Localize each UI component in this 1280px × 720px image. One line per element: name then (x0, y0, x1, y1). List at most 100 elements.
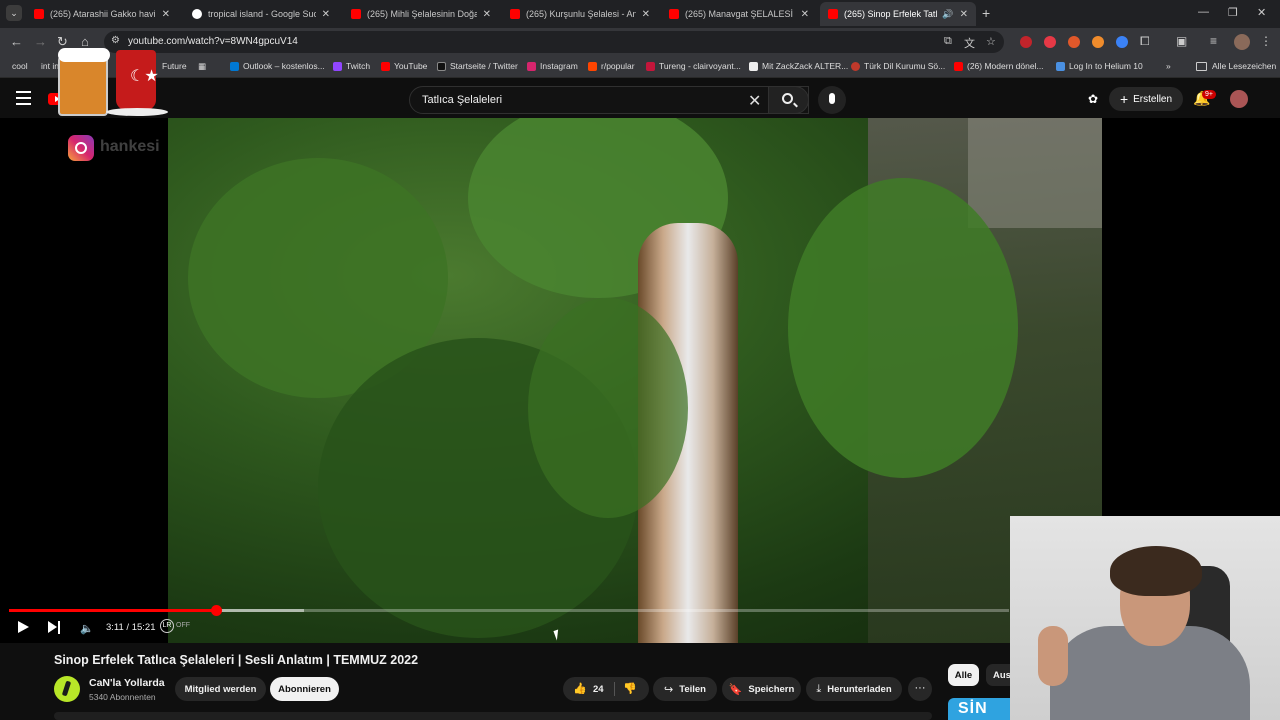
tab-close-icon[interactable]: ✕ (483, 9, 491, 20)
premium-gift-icon[interactable]: ✿ (1088, 92, 1098, 106)
subscribe-button[interactable]: Abonnieren (270, 677, 339, 701)
video-foliage (528, 298, 688, 518)
instagram-icon (68, 135, 94, 161)
next-video-icon[interactable] (48, 621, 62, 634)
video-title: Sinop Erfelek Tatlıca Şelaleleri | Sesli… (54, 653, 419, 667)
save-label: Speichern (748, 683, 795, 695)
extension-icon[interactable] (1044, 36, 1056, 48)
bookmark-item[interactable]: Log In to Helium 10 (1056, 61, 1143, 71)
extension-icon[interactable] (1068, 36, 1080, 48)
extension-icon[interactable] (1020, 36, 1032, 48)
create-button[interactable]: + Erstellen (1109, 87, 1183, 111)
media-control-icon[interactable]: ≡ (1210, 34, 1217, 48)
tab-close-icon[interactable]: ✕ (642, 9, 650, 20)
video-frame-waterfall[interactable] (168, 118, 1102, 643)
new-tab-button[interactable]: + (982, 5, 990, 21)
progress-bar[interactable] (9, 605, 1009, 616)
clear-search-icon[interactable]: ✕ (748, 91, 761, 111)
bookmark-item[interactable]: r/popular (588, 61, 635, 71)
youtube-favicon-icon (351, 9, 361, 19)
all-bookmarks-item[interactable]: Alle Lesezeichen (1196, 61, 1276, 71)
bookmark-label: Türk Dil Kurumu Sö... (864, 61, 946, 71)
bookmark-item[interactable]: YouTube (381, 61, 427, 71)
tab-search-button[interactable]: ⌄ (6, 5, 22, 21)
menu-kebab-icon[interactable]: ⋮ (1260, 34, 1272, 48)
share-button[interactable]: ↪ Teilen (653, 677, 717, 701)
apps-grid-icon[interactable]: ▦ (198, 61, 206, 72)
browser-tab-active[interactable]: (265) Sinop Erfelek Tatlıca Ş 🔊 ✕ (820, 2, 976, 26)
browser-tab-strip: ⌄ (265) Atarashii Gakko having a ✕ tropi… (0, 0, 1280, 28)
tab-close-icon[interactable]: ✕ (960, 9, 968, 20)
bookmark-item[interactable]: Instagram (527, 61, 578, 71)
audio-playing-icon[interactable]: 🔊 (942, 9, 953, 20)
bookmark-item[interactable]: int in (41, 61, 59, 71)
translate-icon[interactable]: 文 (964, 35, 975, 51)
forward-arrow-icon[interactable]: → (34, 34, 47, 49)
volume-icon[interactable]: 🔈 (80, 622, 94, 635)
bookmark-label: Alle Lesezeichen (1212, 61, 1277, 71)
minimize-icon[interactable]: — (1198, 6, 1209, 18)
bookmarks-overflow-button[interactable]: » (1166, 61, 1171, 71)
extension-icon[interactable] (1092, 36, 1104, 48)
cast-icon[interactable]: ⧉ (944, 35, 952, 48)
bookmark-item[interactable]: Outlook – kostenlos... (230, 61, 325, 71)
recommended-video-thumbnail[interactable]: SİN (948, 698, 1012, 720)
bookmark-item[interactable]: (26) Modern dönel... (954, 61, 1044, 71)
bookmark-star-icon[interactable]: ☆ (986, 35, 996, 48)
search-input[interactable]: Tatlıca Şelaleleri ✕ (409, 86, 809, 114)
maximize-icon[interactable]: ❐ (1228, 6, 1238, 19)
side-panel-icon[interactable]: ▣ (1176, 34, 1187, 48)
bookmark-label: Mit ZackZack ALTER... (762, 61, 849, 71)
browser-tab[interactable]: tropical island - Google Suche ✕ (184, 2, 338, 26)
browser-tab[interactable]: (265) Mihli Şelalesinin Doğal Ha ✕ (343, 2, 499, 26)
language-reactor-icon[interactable]: LR (160, 619, 174, 633)
bookmark-label: (26) Modern dönel... (967, 61, 1044, 71)
browser-tab[interactable]: (265) Manavgat ŞELALESİ HAKK ✕ (661, 2, 817, 26)
extensions-puzzle-icon[interactable]: ⧠ (1140, 34, 1150, 49)
account-avatar[interactable] (1230, 90, 1248, 108)
more-actions-button[interactable]: ··· (908, 677, 932, 701)
download-button[interactable]: ⤓ Herunterladen (806, 677, 902, 701)
dislike-icon[interactable]: 👎 (623, 682, 637, 695)
search-button[interactable] (768, 86, 809, 114)
profile-avatar[interactable] (1234, 34, 1250, 50)
tab-label: (265) Atarashii Gakko having a (50, 9, 156, 19)
bookmark-item[interactable]: Mit ZackZack ALTER... (749, 61, 848, 71)
progress-scrubber[interactable] (211, 605, 222, 616)
streamer-hair (1110, 546, 1202, 596)
bookmark-item[interactable]: Twitch (333, 61, 370, 71)
window-close-icon[interactable]: ✕ (1257, 6, 1266, 19)
hamburger-menu-icon[interactable] (16, 91, 31, 109)
bookmark-item[interactable]: cool (12, 61, 28, 71)
share-label: Teilen (679, 683, 706, 695)
video-rock (968, 118, 1102, 228)
save-button[interactable]: 🔖 Speichern (722, 677, 801, 701)
notification-badge: 9+ (1202, 90, 1216, 99)
channel-avatar[interactable] (54, 676, 80, 702)
extension-icon[interactable] (1116, 36, 1128, 48)
tab-close-icon[interactable]: ✕ (162, 9, 170, 20)
play-icon[interactable] (18, 621, 29, 633)
tab-close-icon[interactable]: ✕ (322, 9, 330, 20)
voice-search-button[interactable] (818, 86, 846, 114)
site-info-icon[interactable]: ⚙ (111, 35, 120, 46)
tab-label: (265) Manavgat ŞELALESİ HAKK (685, 9, 795, 19)
bookmark-label: r/popular (601, 61, 635, 71)
bookmark-item[interactable]: Türk Dil Kurumu Sö... (851, 61, 945, 71)
bookmark-item[interactable]: Startseite / Twitter (437, 61, 518, 71)
bookmark-label: Log In to Helium 10 (1069, 61, 1143, 71)
bookmark-item[interactable]: Tureng - clairvoyant... (646, 61, 741, 71)
browser-tab[interactable]: (265) Atarashii Gakko having a ✕ (26, 2, 178, 26)
tab-label: (265) Sinop Erfelek Tatlıca Ş (844, 9, 938, 19)
tab-close-icon[interactable]: ✕ (801, 9, 809, 20)
browser-tab[interactable]: (265) Kurşunlu Şelalesi - Antaly ✕ (502, 2, 658, 26)
chip-all[interactable]: Alle (948, 664, 979, 686)
streamer-overlay-logo: ☾★ (58, 46, 170, 120)
back-arrow-icon[interactable]: ← (10, 34, 23, 49)
description-preview[interactable] (54, 712, 932, 720)
like-icon[interactable]: 👍 (573, 682, 587, 695)
address-bar[interactable]: ⚙ youtube.com/watch?v=8WN4gpcuV14 ⧉ 文 ☆ (104, 31, 1004, 53)
language-reactor-state: OFF (176, 622, 190, 629)
channel-name[interactable]: CaN'la Yollarda (89, 677, 165, 689)
join-button[interactable]: Mitglied werden (175, 677, 266, 701)
